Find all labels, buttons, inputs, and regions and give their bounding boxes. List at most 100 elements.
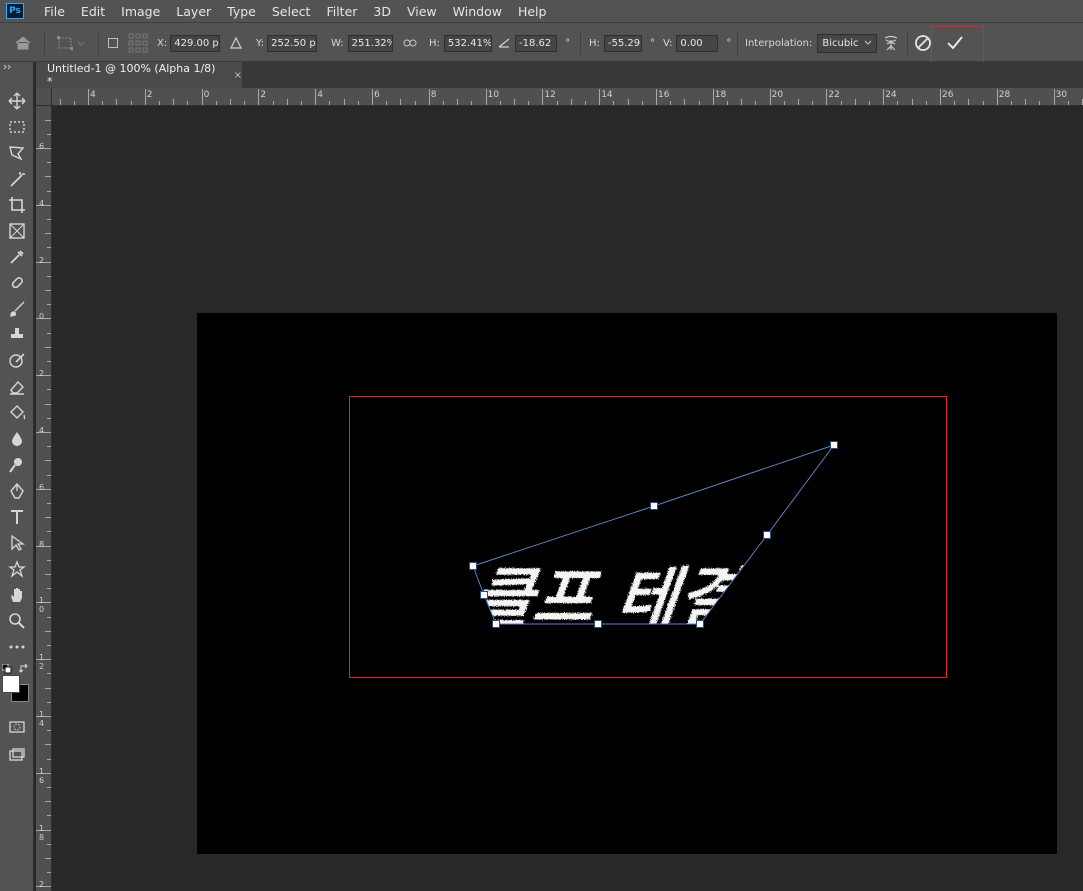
ruler-label: 18 — [38, 823, 45, 842]
tool-marquee[interactable] — [4, 116, 30, 138]
menu-view[interactable]: View — [399, 4, 445, 19]
ruler-label: 8 — [38, 539, 45, 549]
vskew-degree: ° — [726, 37, 732, 49]
transform-preset-button[interactable] — [56, 23, 86, 63]
tool-eyedropper[interactable] — [4, 246, 30, 268]
interpolation-select[interactable]: Bicubic — [817, 33, 878, 53]
link-aspect-button[interactable] — [403, 23, 417, 63]
tool-shape[interactable] — [4, 558, 30, 580]
menu-file[interactable]: File — [36, 4, 73, 19]
hskew-degree: ° — [649, 37, 655, 49]
tool-pen[interactable] — [4, 480, 30, 502]
move-icon — [8, 92, 26, 110]
menu-type[interactable]: Type — [219, 4, 264, 19]
commit-highlight — [931, 26, 984, 66]
collapse-arrows-icon[interactable] — [3, 64, 13, 70]
vskew-label: V: — [663, 37, 673, 49]
warp-mode-button[interactable] — [882, 23, 900, 63]
hskew-input[interactable]: -55.29 — [603, 34, 642, 52]
stamp-icon — [11, 328, 23, 340]
tool-frame[interactable] — [4, 220, 30, 242]
hand-icon — [11, 588, 22, 602]
close-tab-icon[interactable]: × — [234, 70, 242, 81]
eyedropper-icon — [10, 250, 24, 264]
vskew-input[interactable]: 0.00 — [676, 34, 719, 52]
delta-toggle[interactable] — [230, 23, 242, 63]
app-logo: Ps — [6, 3, 24, 19]
screen-mode-button[interactable] — [4, 744, 30, 766]
tool-path-select[interactable] — [4, 532, 30, 554]
menu-window[interactable]: Window — [445, 4, 510, 19]
zoom-icon — [9, 613, 25, 629]
menu-select[interactable]: Select — [264, 4, 319, 19]
tool-dodge[interactable] — [4, 454, 30, 476]
ruler-label: 2 — [38, 369, 45, 379]
menu-edit[interactable]: Edit — [73, 4, 113, 19]
ruler-origin[interactable] — [36, 88, 52, 106]
more-dots-icon — [9, 645, 25, 649]
y-input[interactable]: 252.50 px — [267, 34, 318, 52]
ruler-label: 28 — [998, 90, 1011, 100]
document-tab[interactable]: Untitled-1 @ 100% (Alpha 1/8) * × — [36, 62, 242, 88]
ruler-label: 6 — [38, 482, 45, 492]
reference-point-grid[interactable] — [128, 23, 148, 63]
magic-wand-icon — [10, 172, 25, 187]
ruler-label: 30 — [1055, 90, 1068, 100]
foreground-color-swatch[interactable] — [2, 675, 20, 693]
tool-clone-stamp[interactable] — [4, 324, 30, 346]
rotate-angle-icon — [498, 38, 510, 48]
tool-eraser[interactable] — [4, 376, 30, 398]
tool-move[interactable] — [4, 90, 30, 112]
tool-hand[interactable] — [4, 584, 30, 606]
crop-icon — [9, 197, 25, 213]
tool-zoom[interactable] — [4, 610, 30, 632]
ruler-label: 16 — [658, 90, 670, 100]
frame-icon — [9, 223, 25, 239]
checkbox-icon — [108, 38, 118, 48]
quick-mask-button[interactable] — [4, 716, 30, 738]
tool-lasso[interactable] — [4, 142, 30, 164]
dodge-icon — [9, 458, 22, 473]
swap-colors-icon[interactable] — [19, 664, 29, 674]
tool-paint-bucket[interactable] — [4, 402, 30, 424]
h-input[interactable]: 532.41% — [443, 34, 492, 52]
vertical-ruler[interactable]: 6 4 2 0 2 4 6 8 10 12 14 16 18 2 — [36, 106, 52, 891]
ruler-label: 4 — [38, 198, 45, 208]
home-button[interactable] — [14, 23, 32, 63]
ruler-label: 2 — [146, 90, 153, 100]
tool-history-brush[interactable] — [4, 350, 30, 372]
ruler-label: 14 — [601, 90, 613, 100]
angle-input[interactable]: -18.62 — [515, 34, 557, 52]
ruler-label: 10 — [487, 90, 500, 100]
menu-layer[interactable]: Layer — [168, 4, 219, 19]
ruler-label: 14 — [38, 710, 45, 728]
w-input[interactable]: 251.32% — [347, 34, 393, 52]
x-input[interactable]: 429.00 px — [170, 34, 221, 52]
menu-filter[interactable]: Filter — [318, 4, 365, 19]
tool-blur[interactable] — [4, 428, 30, 450]
tool-type[interactable] — [4, 506, 30, 528]
menu-image[interactable]: Image — [113, 4, 168, 19]
tool-magic-wand[interactable] — [4, 168, 30, 190]
tools-panel — [0, 62, 34, 891]
ruler-label: 8 — [430, 90, 437, 100]
ruler-label: 20 — [771, 90, 784, 100]
home-icon — [15, 36, 31, 50]
ruler-label: 2 — [38, 255, 45, 265]
tool-healing[interactable] — [4, 272, 30, 294]
reference-point-toggle[interactable] — [108, 23, 118, 63]
ruler-label: 4 — [38, 426, 45, 435]
ruler-label: 6 — [38, 142, 45, 151]
horizontal-ruler[interactable]: 4 2 0 2 4 6 8 10 12 14 16 18 20 22 24 26 28 30 — [52, 88, 1083, 106]
tool-brush[interactable] — [4, 298, 30, 320]
menu-help[interactable]: Help — [510, 4, 555, 19]
menu-3d[interactable]: 3D — [365, 4, 399, 19]
tool-crop[interactable] — [4, 194, 30, 216]
history-brush-icon — [9, 353, 25, 368]
tool-more[interactable] — [4, 636, 30, 658]
cancel-transform-button[interactable] — [914, 23, 932, 63]
document-tab-title: Untitled-1 @ 100% (Alpha 1/8) * — [47, 62, 216, 88]
quick-mask-icon — [9, 721, 25, 733]
default-colors-icon[interactable] — [2, 664, 12, 674]
photoshop-window: Ps File Edit Image Layer Type Select Fil… — [0, 0, 1083, 891]
